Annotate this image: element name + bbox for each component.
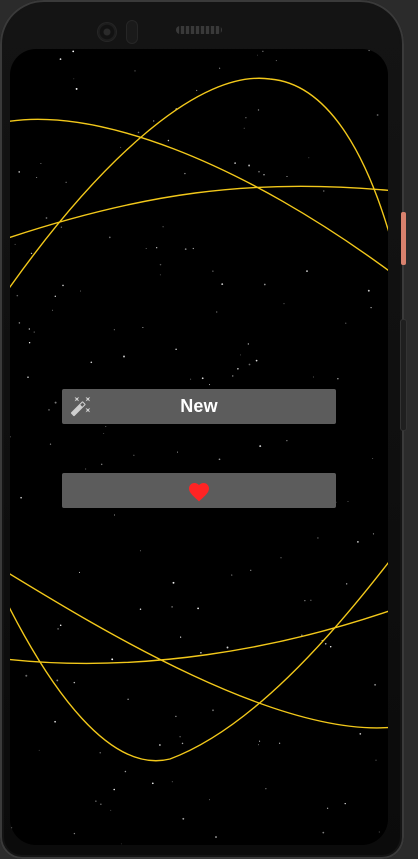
earpiece-speaker: [176, 26, 222, 34]
new-button-label: New: [180, 396, 218, 416]
phone-device-frame: New: [0, 0, 406, 859]
orbit-line-top-a: [10, 118, 388, 272]
favorite-button[interactable]: [62, 473, 336, 508]
orbit-line-bottom-c: [10, 610, 388, 665]
new-button[interactable]: New: [62, 389, 336, 424]
heart-icon: [189, 482, 209, 501]
app-screen: New: [10, 49, 388, 845]
orbit-line-top-b: [10, 77, 388, 289]
orbit-line-bottom-b: [10, 561, 388, 762]
front-camera-icon: [98, 23, 116, 41]
volume-rocker[interactable]: [401, 320, 406, 430]
orbit-line-bottom-a: [10, 573, 388, 729]
proximity-sensor: [127, 21, 137, 43]
power-button[interactable]: [401, 212, 406, 265]
orbit-lines: [10, 77, 388, 762]
magic-wand-icon: [70, 396, 91, 417]
